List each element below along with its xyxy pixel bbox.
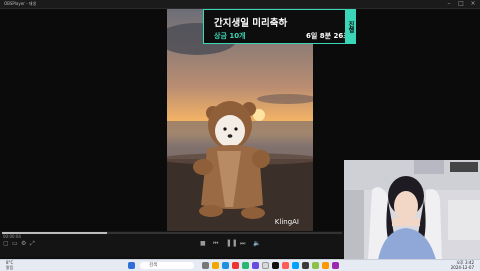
app-icon-3[interactable] — [252, 262, 259, 269]
window-title: OBSPlayer - 재생 — [4, 1, 37, 6]
pause-icon[interactable]: ❚❚ — [226, 239, 238, 247]
video-watermark: KlingAI — [274, 218, 299, 226]
obs-icon[interactable] — [272, 262, 279, 269]
goal-overlay: 간지생일 미리축하 상금 10개 6일 8분 26초 진행 — [203, 9, 356, 44]
start-icon[interactable] — [128, 262, 135, 269]
file-explorer-icon[interactable] — [212, 262, 219, 269]
next-icon[interactable]: ⏭ — [240, 240, 245, 248]
app-icon-1[interactable] — [232, 262, 239, 269]
webcam-scene — [344, 160, 480, 260]
app-icon-6[interactable] — [292, 262, 299, 269]
overlay-badge: 진행 — [345, 9, 356, 44]
volume-icon[interactable]: 🔈 — [253, 240, 260, 247]
app-icon-9[interactable] — [322, 262, 329, 269]
window-titlebar: OBSPlayer - 재생 – □ × — [0, 0, 480, 9]
edge-icon[interactable] — [222, 262, 229, 269]
settings-icon[interactable]: ⚙ — [21, 240, 26, 247]
close-icon[interactable]: × — [468, 0, 478, 8]
task-view-icon[interactable] — [202, 262, 209, 269]
app-icon-5[interactable] — [282, 262, 289, 269]
webcam-feed — [344, 160, 480, 260]
playback-time: 00:00:04 — [3, 234, 21, 239]
clock-date: 2024-12-07 — [450, 264, 474, 270]
overlay-title: 간지생일 미리축하 — [214, 18, 288, 29]
app-icon-7[interactable] — [302, 262, 309, 269]
maximize-icon[interactable]: □ — [456, 0, 466, 8]
overlay-timer: 6일 8분 26초 — [306, 32, 350, 40]
progress-bar[interactable] — [2, 232, 342, 234]
search-placeholder: 검색 — [149, 263, 158, 268]
crop-icon[interactable]: ▭ — [12, 240, 18, 247]
app-icon-4[interactable] — [262, 262, 269, 269]
app-icon-8[interactable] — [312, 262, 319, 269]
fullscreen-icon[interactable]: ⤢ — [30, 240, 35, 248]
taskbar-clock[interactable]: 오후 3:42 2024-12-07 — [450, 260, 474, 270]
taskbar-search[interactable]: 검색 — [140, 262, 194, 269]
screenshot-icon[interactable]: ▢ — [3, 240, 9, 247]
weather-widget[interactable]: 8°C 맑음 — [6, 260, 14, 270]
previous-icon[interactable]: ⏮ — [213, 240, 218, 248]
weather-sub: 맑음 — [6, 264, 14, 270]
overlay-reward: 상금 10개 — [214, 32, 246, 40]
minimize-icon[interactable]: – — [444, 0, 454, 8]
taskbar: 8°C 맑음 검색 오후 3:42 2024-12-07 — [0, 259, 480, 271]
stop-icon[interactable]: ■ — [200, 240, 206, 247]
app-icon-2[interactable] — [242, 262, 249, 269]
app-icon-10[interactable] — [332, 262, 339, 269]
